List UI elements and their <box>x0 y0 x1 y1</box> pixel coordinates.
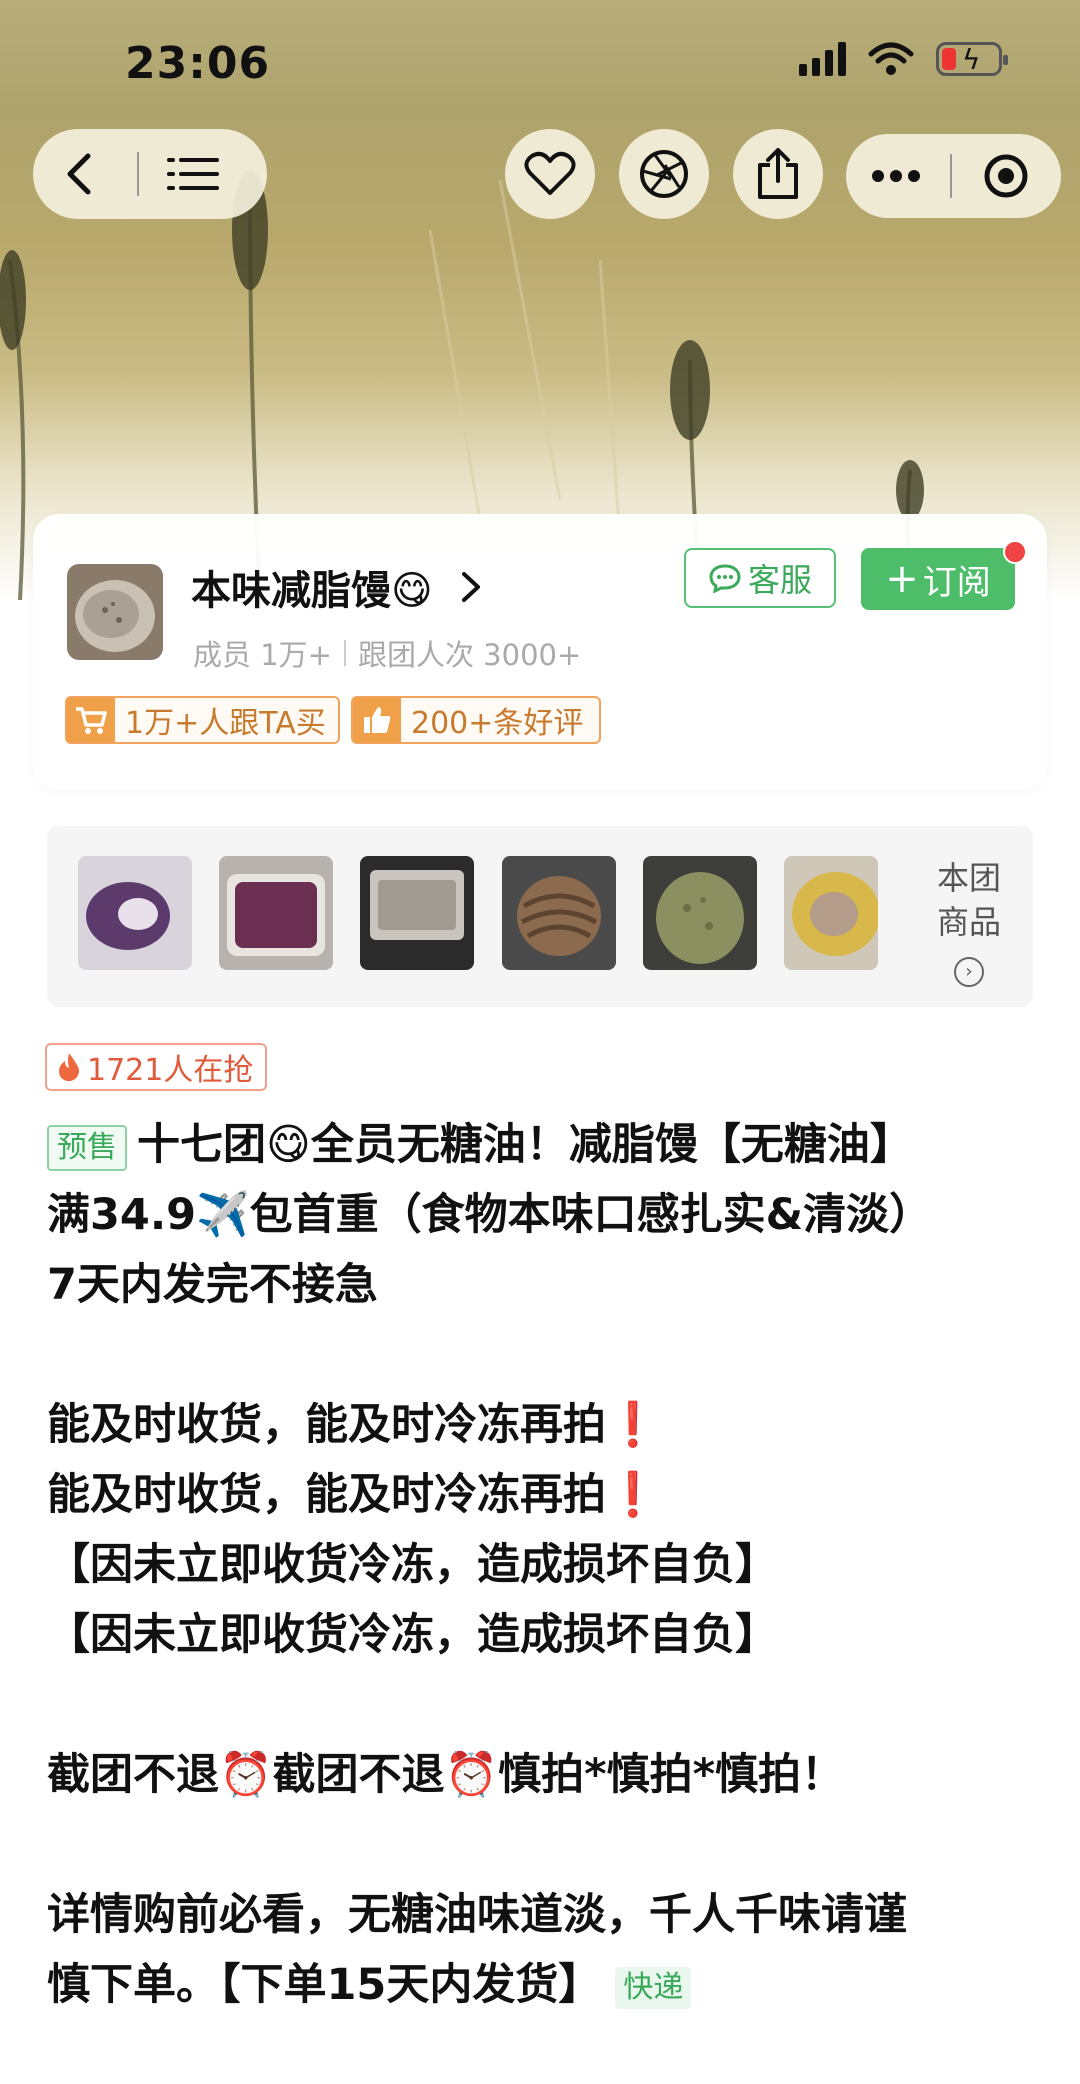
description-line: 满34.9✈️包首重（食物本味口感扎实&清淡） <box>47 1190 933 1240</box>
product-thumbnail[interactable] <box>502 856 616 970</box>
battery-icon: ϟ <box>936 42 1008 76</box>
twisted-roll-photo <box>502 856 616 970</box>
menu-button[interactable] <box>153 129 233 219</box>
follower-count: 跟团人次 3000+ <box>357 638 582 672</box>
presale-tag: 预售 <box>47 1124 127 1171</box>
description-line: 慎下单。【下单15天内发货】 快递 <box>47 1950 1047 2020</box>
exclamation-icon: ❗ <box>606 1470 660 1520</box>
hot-tag-label: 1721人在抢 <box>87 1053 254 1088</box>
more-dots-icon <box>872 170 920 182</box>
all-products-link[interactable]: 本团 商品 › <box>919 856 1019 988</box>
group-avatar[interactable] <box>67 564 163 660</box>
description-text: 能及时收货，能及时冷冻再拍 <box>47 1470 606 1520</box>
back-button[interactable] <box>33 129 123 219</box>
wifi-icon <box>868 42 914 75</box>
chat-bubble-icon <box>709 564 741 593</box>
chevron-right-icon <box>461 572 480 602</box>
reviews-badge: 200+条好评 <box>351 696 601 744</box>
purple-mash-box-photo <box>219 856 333 970</box>
cellular-signal-icon <box>799 42 846 76</box>
share-button[interactable] <box>733 129 823 219</box>
close-miniprogram-button[interactable] <box>956 134 1056 218</box>
more-button[interactable] <box>846 134 946 218</box>
group-name-link[interactable]: 本味减脂馒😋 <box>191 558 483 616</box>
chevron-left-icon <box>67 153 91 195</box>
all-products-label-1: 本团 <box>936 859 1001 897</box>
nav-divider <box>137 152 139 196</box>
description-line: 【因未立即收货冷冻，造成损坏自负】 <box>47 1610 778 1660</box>
description-line: 截团不退⏰截团不退⏰慎拍*慎拍*慎拍！ <box>47 1750 845 1800</box>
status-icons: ϟ <box>799 42 1008 76</box>
customer-service-label: 客服 <box>747 561 812 599</box>
target-circle-icon <box>984 154 1028 198</box>
buyers-badge: 1万+人跟TA买 <box>65 696 340 744</box>
description-line: 7天内发完不接急 <box>47 1260 378 1310</box>
member-count: 成员 1万+ <box>193 638 332 672</box>
reviews-badge-label: 200+条好评 <box>411 706 584 741</box>
plus-icon: + <box>885 556 919 602</box>
cart-icon <box>67 698 115 742</box>
group-stats: 成员 1万+ 跟团人次 3000+ <box>193 632 581 674</box>
express-tag: 快递 <box>615 1966 692 2009</box>
heart-icon <box>524 151 576 195</box>
description-line: 预售 十七团😋全员无糖油！减脂馒【无糖油】 <box>47 1110 1047 1180</box>
product-thumbnail[interactable] <box>78 856 192 970</box>
subscribe-button[interactable]: + 订阅 <box>861 548 1015 610</box>
notification-dot <box>1003 540 1027 564</box>
bread-box-photo <box>360 856 474 970</box>
status-time: 23:06 <box>125 38 271 89</box>
stats-divider <box>343 640 346 666</box>
description-line: 能及时收货，能及时冷冻再拍❗ <box>47 1390 1047 1460</box>
all-products-label-2: 商品 <box>936 903 1001 941</box>
bread-photo <box>67 564 163 660</box>
capsule-divider <box>950 154 952 198</box>
product-thumbnail[interactable] <box>360 856 474 970</box>
product-description: 预售 十七团😋全员无糖油！减脂馒【无糖油】 满34.9✈️包首重（食物本味口感扎实… <box>47 1110 1047 2020</box>
product-thumbnail[interactable] <box>784 856 878 970</box>
group-info-card: 本味减脂馒😋 成员 1万+ 跟团人次 3000+ 客服 + 订阅 1万+人跟TA… <box>33 514 1047 790</box>
hot-tag: 1721人在抢 <box>45 1043 268 1091</box>
camera-button[interactable] <box>619 129 709 219</box>
description-text: 能及时收货，能及时冷冻再拍 <box>47 1400 606 1450</box>
fire-icon <box>59 1053 79 1082</box>
hero-banner: 23:06 ϟ <box>0 0 1080 600</box>
aperture-icon <box>640 150 688 198</box>
mini-program-capsule <box>846 134 1061 218</box>
group-name: 本味减脂馒😋 <box>191 568 433 614</box>
customer-service-button[interactable]: 客服 <box>684 548 836 608</box>
description-line: 能及时收货，能及时冷冻再拍❗ <box>47 1460 1047 1530</box>
subscribe-label: 订阅 <box>922 562 991 603</box>
thumbs-up-icon <box>353 698 401 742</box>
product-thumbnail[interactable] <box>643 856 757 970</box>
list-menu-icon <box>167 158 219 190</box>
share-icon <box>758 148 798 199</box>
buyers-badge-label: 1万+人跟TA买 <box>125 706 326 741</box>
nav-back-menu-group <box>33 129 267 219</box>
yellow-bun-photo <box>784 856 878 970</box>
product-strip: 本团 商品 › <box>47 826 1033 1007</box>
description-line: 【因未立即收货冷冻，造成损坏自负】 <box>47 1540 778 1590</box>
status-bar: 23:06 ϟ <box>0 0 1080 120</box>
exclamation-icon: ❗ <box>606 1400 660 1450</box>
favorite-button[interactable] <box>505 129 595 219</box>
chevron-right-circle-icon: › <box>954 957 984 987</box>
description-text: 慎下单。【下单15天内发货】 <box>47 1960 602 2010</box>
product-thumbnail[interactable] <box>219 856 333 970</box>
green-bun-photo <box>643 856 757 970</box>
description-line: 详情购前必看，无糖油味道淡，千人千味请谨 <box>47 1890 907 1940</box>
purple-bread-photo <box>78 856 192 970</box>
description-text: 十七团😋全员无糖油！减脂馒【无糖油】 <box>137 1120 913 1170</box>
